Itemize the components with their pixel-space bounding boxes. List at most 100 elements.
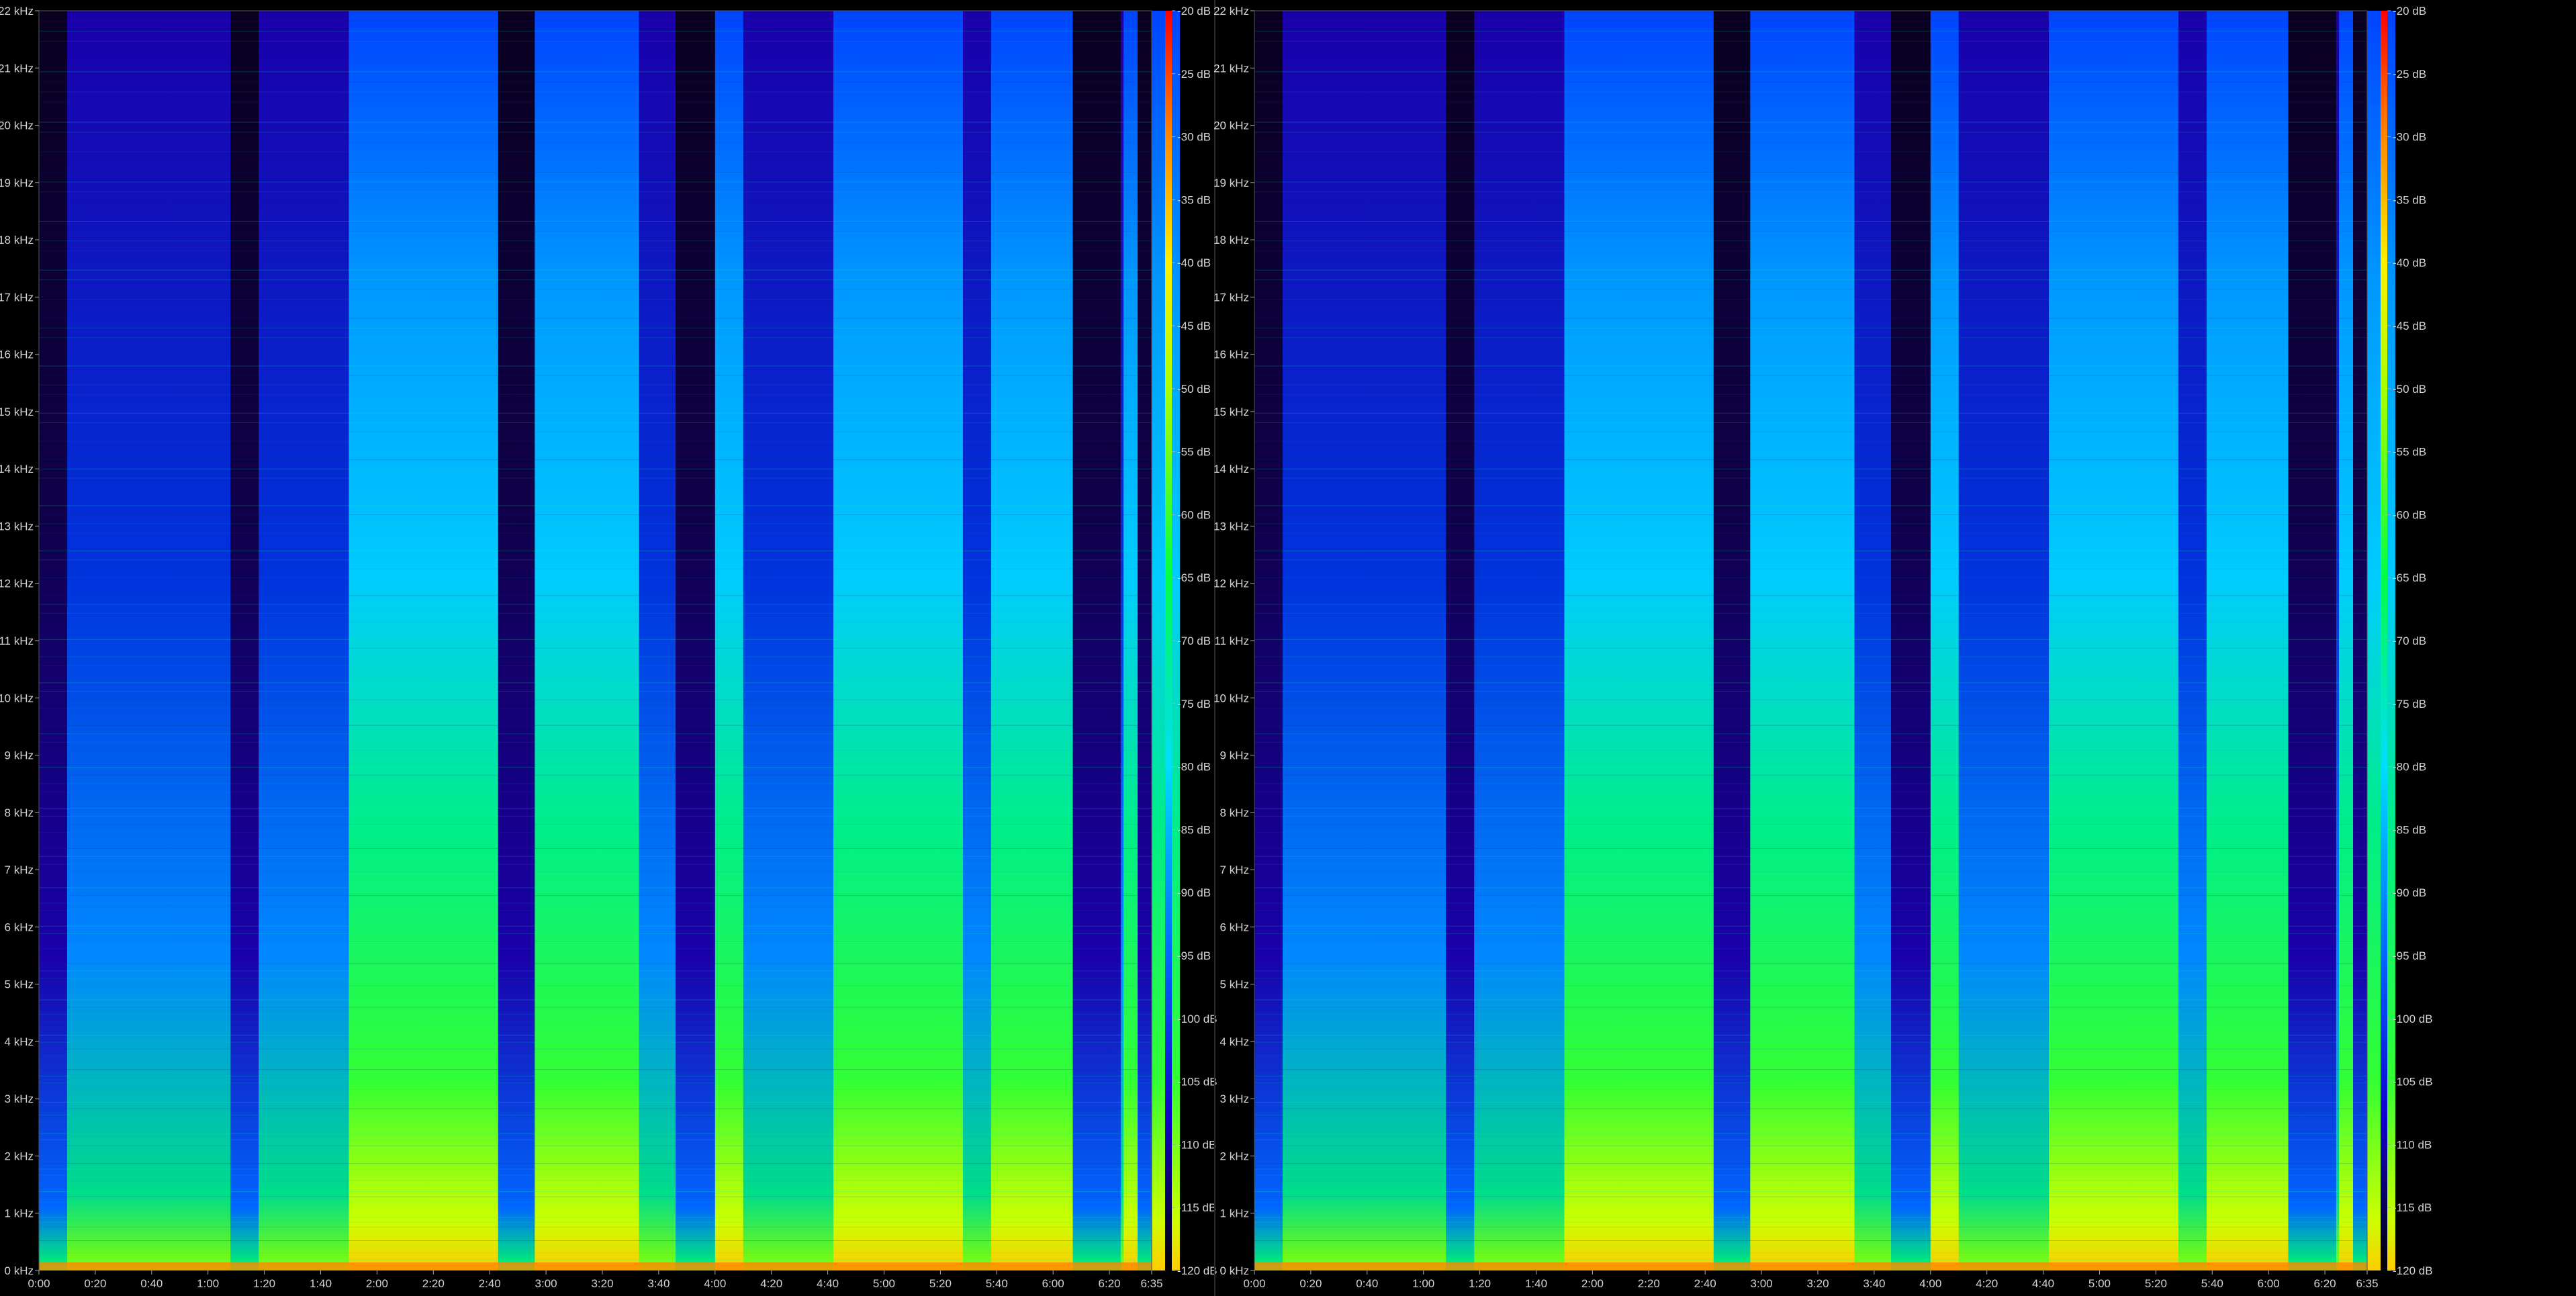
y-tick-label: 15 kHz (0, 406, 34, 418)
x-tick-label: 3:40 (1863, 1277, 1885, 1290)
y-tick-label: 1 kHz (5, 1207, 34, 1220)
spectrogram-right: 0 kHz 1 kHz 2 kHz 3 kHz 4 kHz 5 kHz 6 kHz 7 kHz… (1213, 5, 2433, 1290)
colorbar-tick-label: -85 dB (2393, 823, 2426, 836)
y-tick-label: 12 kHz (1213, 577, 1249, 590)
quiet-segment (1072, 11, 1121, 1270)
quiet-segment (1713, 11, 1751, 1270)
colorbar (2381, 11, 2387, 1270)
y-tick-label: 8 kHz (5, 806, 34, 819)
y-tick-label: 3 kHz (5, 1093, 34, 1105)
x-tick-label: 2:20 (1638, 1277, 1660, 1290)
quiet-segment (1254, 11, 1283, 1270)
colorbar-tick-label: -95 dB (1177, 950, 1211, 962)
y-tick-label: 0 kHz (1220, 1264, 1249, 1277)
x-tick-label: 5:00 (873, 1277, 895, 1290)
x-tick-label: 6:00 (1042, 1277, 1064, 1290)
quiet-segment (230, 11, 259, 1270)
x-tick-label: 3:20 (591, 1277, 613, 1290)
x-tick-label: 0:00 (1243, 1277, 1265, 1290)
y-tick-label: 22 kHz (1213, 5, 1249, 17)
x-tick-label: 4:40 (2032, 1277, 2054, 1290)
y-tick-label: 4 kHz (1220, 1035, 1249, 1048)
y-tick-label: 22 kHz (0, 5, 34, 17)
colorbar-tick-label: -115 dB (2393, 1201, 2432, 1214)
x-tick-label: 5:40 (2201, 1277, 2223, 1290)
colorbar-tick-label: -60 dB (2393, 508, 2426, 521)
y-tick-label: 14 kHz (1213, 463, 1249, 475)
colorbar-tick-label: -85 dB (1177, 823, 1211, 836)
colorbar-tick-label: -20 dB (2393, 5, 2426, 17)
x-tick-label: 4:00 (704, 1277, 726, 1290)
colorbar-tick-label: -110 dB (2393, 1138, 2432, 1151)
colorbar-tick-label: -45 dB (1177, 320, 1211, 332)
x-tick-label: 0:40 (140, 1277, 163, 1290)
x-tick-label: 4:40 (817, 1277, 839, 1290)
colorbar-tick-label: -70 dB (1177, 635, 1211, 647)
y-tick-label: 20 kHz (1213, 120, 1249, 132)
colorbar-tick-label: -105 dB (2393, 1076, 2433, 1089)
x-tick-label: 1:00 (197, 1277, 219, 1290)
low-frequency-band (1254, 1262, 2367, 1270)
spectrogram-left: 0 kHz 1 kHz 2 kHz 3 kHz 4 kHz 5 kHz 6 kHz 7 kHz… (0, 5, 1217, 1290)
x-tick-label: 5:20 (2145, 1277, 2167, 1290)
y-tick-label: 11 kHz (0, 635, 34, 647)
x-tick-label: 1:40 (1525, 1277, 1547, 1290)
colorbar (1165, 11, 1172, 1270)
colorbar-tick-label: -40 dB (2393, 257, 2426, 269)
y-tick-label: 8 kHz (1220, 806, 1249, 819)
x-tick-label: 1:20 (253, 1277, 275, 1290)
loud-segment (2048, 11, 2178, 1270)
low-frequency-band (39, 1262, 1152, 1270)
colorbar-tick-label: -35 dB (1177, 193, 1211, 206)
quiet-segment (1138, 11, 1152, 1270)
colorbar-tick-label: -65 dB (2393, 571, 2426, 584)
y-tick-label: 7 kHz (1220, 864, 1249, 876)
y-tick-label: 10 kHz (0, 692, 34, 704)
y-tick-label: 19 kHz (0, 177, 34, 189)
colorbar-tick-label: -80 dB (2393, 761, 2426, 774)
y-tick-label: 9 kHz (1220, 749, 1249, 762)
y-tick-label: 10 kHz (1213, 692, 1249, 704)
colorbar-tick-label: -50 dB (1177, 383, 1211, 396)
loud-segment (833, 11, 963, 1270)
x-tick-label: 6:20 (2314, 1277, 2336, 1290)
quiet-segment (676, 11, 715, 1270)
colorbar-tick-label: -30 dB (1177, 131, 1211, 144)
loud-segment (991, 11, 1076, 1270)
colorbar-tick-label: -45 dB (2393, 320, 2426, 332)
quiet-segment (39, 11, 67, 1270)
y-tick-label: 17 kHz (1213, 291, 1249, 304)
colorbar-tick-label: -25 dB (2393, 68, 2426, 81)
colorbar-tick-label: -95 dB (2393, 950, 2426, 962)
y-tick-label: 11 kHz (1214, 635, 1249, 647)
quiet-segment (1891, 11, 1931, 1270)
loud-segment (1564, 11, 1855, 1270)
y-tick-label: 17 kHz (0, 291, 34, 304)
x-tick-label: 2:40 (1694, 1277, 1716, 1290)
colorbar-tick-label: -90 dB (1177, 886, 1211, 899)
x-tick-label: 3:20 (1806, 1277, 1829, 1290)
spectrogram-panel-left: 0 kHz 1 kHz 2 kHz 3 kHz 4 kHz 5 kHz 6 kHz 7 kHz… (0, 0, 1217, 1296)
colorbar-tick-label: -70 dB (2393, 635, 2426, 647)
quiet-segment (1446, 11, 1475, 1270)
colorbar-tick-label: -115 dB (1177, 1201, 1216, 1214)
x-tick-label: 0:20 (84, 1277, 106, 1290)
y-tick-label: 6 kHz (1220, 921, 1249, 933)
colorbar-tick-label: -110 dB (1177, 1138, 1216, 1151)
x-tick-label: 3:00 (1751, 1277, 1773, 1290)
x-tick-label: 1:40 (310, 1277, 332, 1290)
colorbar-tick-label: -75 dB (2393, 698, 2426, 710)
x-tick-label: 2:20 (422, 1277, 445, 1290)
colorbar-tick-label: -75 dB (1177, 698, 1211, 710)
x-tick-label: 0:20 (1299, 1277, 1322, 1290)
colorbar-tick-label: -55 dB (1177, 446, 1211, 459)
y-tick-label: 5 kHz (5, 978, 34, 991)
y-tick-label: 12 kHz (0, 577, 34, 590)
colorbar-tick-label: -55 dB (2393, 446, 2426, 459)
colorbar-tick-label: -20 dB (1177, 5, 1211, 17)
y-tick-label: 3 kHz (1220, 1093, 1249, 1105)
y-tick-label: 16 kHz (1213, 349, 1249, 361)
x-tick-label: 0:40 (1356, 1277, 1378, 1290)
x-tick-label: 0:00 (28, 1277, 50, 1290)
colorbar-tick-label: -90 dB (2393, 886, 2426, 899)
